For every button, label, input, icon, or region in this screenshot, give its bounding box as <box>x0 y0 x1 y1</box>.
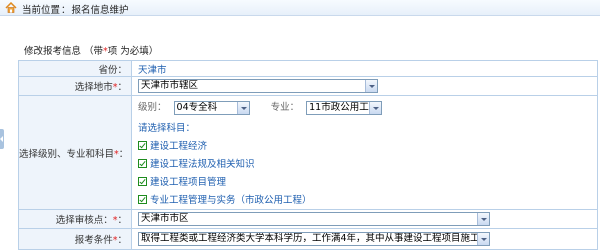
level-major-row: 选择级别、专业和科目*： 级别： 04专全科 专业： 11市政公用工程 请选择科… <box>18 95 598 210</box>
level-label: 级别： <box>138 102 167 113</box>
condition-row: 报考条件*： 取得工程类或工程经济类大学本科学历，工作满4年，其中从事建设工程项… <box>18 228 598 250</box>
level-select-value: 04专全科 <box>176 101 218 113</box>
breadcrumb-page-name: 报名信息维护 <box>71 5 129 16</box>
top-bar: 当前位置：报名信息维护 <box>0 0 600 16</box>
chevron-down-icon <box>236 101 249 114</box>
subject-item[interactable]: 建设工程项目管理 <box>138 174 226 188</box>
sidebar-collapse-handle[interactable] <box>0 129 4 149</box>
major-label: 专业： <box>270 102 300 113</box>
chevron-down-icon <box>365 80 377 92</box>
checkbox-checked-icon[interactable] <box>138 195 147 204</box>
checkbox-checked-icon[interactable] <box>138 159 147 168</box>
section-title-prefix: 修改报考信息 （带 <box>24 46 104 57</box>
review-point-label: 选择审核点：*： <box>18 209 132 229</box>
city-label-colon: ： <box>117 82 127 93</box>
registration-form: 省份： 天津市 选择地市*： 天津市市辖区 选择级别、专业和科目*： 级别： 0… <box>18 60 598 250</box>
province-value: 天津市 <box>138 64 167 76</box>
breadcrumb-separator: ： <box>61 5 71 16</box>
city-select[interactable]: 天津市市辖区 <box>138 79 378 93</box>
subject-item[interactable]: 建设工程经济 <box>138 138 207 152</box>
condition-select[interactable]: 取得工程类或工程经济类大学本科学历，工作满4年，其中从事建设工程项目施工管理 <box>138 232 490 246</box>
subject-label: 建设工程项目管理 <box>150 177 227 188</box>
checkbox-checked-icon[interactable] <box>138 177 147 186</box>
level-select[interactable]: 04专全科 <box>173 100 250 115</box>
city-select-value: 天津市市辖区 <box>141 80 199 91</box>
subjects-title: 请选择科目： <box>138 123 196 134</box>
province-row: 省份： 天津市 <box>18 60 598 77</box>
level-major-label-colon: ： <box>118 148 129 160</box>
chevron-down-icon <box>477 213 489 225</box>
checkbox-checked-icon[interactable] <box>138 141 147 150</box>
home-icon <box>5 2 17 13</box>
city-label: 选择地市*： <box>18 76 132 96</box>
chevron-down-icon <box>477 233 489 245</box>
section-title-suffix: 项 为必填） <box>107 46 159 57</box>
condition-label-text: 报考条件 <box>74 235 113 246</box>
subject-item[interactable]: 建设工程法规及相关知识 <box>138 156 255 170</box>
chevron-down-icon <box>369 101 382 114</box>
level-major-label-text: 选择级别、专业和科目 <box>19 148 115 160</box>
review-point-label-text: 选择审核点： <box>55 215 113 226</box>
review-point-label-colon: ： <box>117 215 127 226</box>
breadcrumb-location-label: 当前位置 <box>22 5 61 16</box>
subject-item[interactable]: 专业工程管理与实务（市政公用工程） <box>138 192 312 206</box>
city-label-text: 选择地市 <box>74 82 113 93</box>
city-row: 选择地市*： 天津市市辖区 <box>18 76 598 96</box>
subject-label: 专业工程管理与实务（市政公用工程） <box>150 195 312 206</box>
subject-label: 建设工程法规及相关知识 <box>150 159 255 170</box>
major-select[interactable]: 11市政公用工程 <box>306 100 383 115</box>
breadcrumb: 当前位置：报名信息维护 <box>22 2 129 16</box>
subject-label: 建设工程经济 <box>150 141 208 152</box>
level-major-selectors: 级别： 04专全科 专业： 11市政公用工程 <box>138 99 383 115</box>
condition-select-value: 取得工程类或工程经济类大学本科学历，工作满4年，其中从事建设工程项目施工管理 <box>141 233 490 244</box>
level-major-label: 选择级别、专业和科目*： <box>18 95 132 210</box>
review-point-row: 选择审核点：*： 天津市市区 <box>18 209 598 229</box>
major-select-value: 11市政公用工程 <box>309 101 379 113</box>
review-point-select-value: 天津市市区 <box>141 213 189 224</box>
condition-label-colon: ： <box>117 235 127 246</box>
section-title: 修改报考信息 （带*项 为必填） <box>24 43 158 57</box>
review-point-select[interactable]: 天津市市区 <box>138 212 490 226</box>
province-label: 省份： <box>18 60 132 77</box>
condition-label: 报考条件*： <box>18 228 132 250</box>
